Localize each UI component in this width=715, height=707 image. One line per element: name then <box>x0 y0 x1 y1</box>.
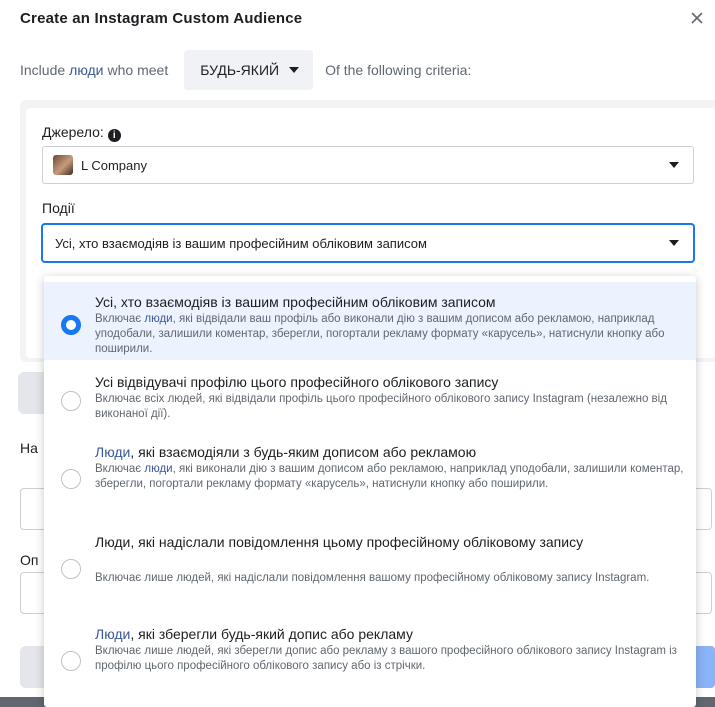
radio-unselected-icon[interactable] <box>61 469 81 489</box>
chevron-down-icon <box>289 67 300 73</box>
source-value: L Company <box>81 157 147 173</box>
people-link[interactable]: люди <box>144 313 172 325</box>
option-description: Включає люди, які відвідали ваш профіль … <box>95 313 665 355</box>
option-title: Люди, які надіслали повідомлення цьому п… <box>95 534 584 550</box>
events-option[interactable]: Усі відвідувачі профілю цього професійно… <box>44 366 696 430</box>
people-link[interactable]: люди <box>69 62 103 78</box>
events-value: Усі, хто взаємодіяв із вашим професійним… <box>55 235 427 251</box>
radio-unselected-icon[interactable] <box>61 391 81 411</box>
option-title: Усі, хто взаємодіяв із вашим професійним… <box>95 294 496 310</box>
events-select[interactable]: Усі, хто взаємодіяв із вашим професійним… <box>42 224 694 262</box>
source-select[interactable]: L Company <box>42 146 694 184</box>
background-label-na: На <box>20 440 38 456</box>
people-link[interactable]: Люди <box>95 626 130 642</box>
chevron-down-icon <box>669 162 679 168</box>
option-title: Люди, які взаємодіяли з будь-яким дописо… <box>95 444 477 460</box>
info-icon[interactable]: i <box>107 129 121 142</box>
include-criteria-row: Include люди who meet БУДЬ-ЯКИЙ Of the f… <box>20 48 471 92</box>
events-option[interactable]: Усі, хто взаємодіяв із вашим професійним… <box>44 282 696 360</box>
dialog-title: Create an Instagram Custom Audience <box>20 10 303 27</box>
people-link[interactable]: Люди <box>95 444 130 460</box>
events-option[interactable]: Люди, які взаємодіяли з будь-яким дописо… <box>44 436 696 522</box>
avatar <box>53 155 73 175</box>
events-option[interactable]: Люди, які зберегли будь-який допис або р… <box>44 618 696 706</box>
include-prefix: Include <box>20 62 66 78</box>
people-link[interactable]: люди <box>144 463 172 475</box>
any-criteria-label: БУДЬ-ЯКИЙ <box>200 62 280 78</box>
chevron-down-icon <box>669 240 679 246</box>
include-middle: who meet <box>107 62 169 78</box>
radio-unselected-icon[interactable] <box>61 559 81 579</box>
radio-selected-icon[interactable] <box>61 315 81 335</box>
background-label-op: Оп <box>20 552 39 568</box>
events-option[interactable]: Люди, які надіслали повідомлення цьому п… <box>44 526 696 612</box>
option-description: Включає лише людей, які зберегли допис а… <box>95 645 677 672</box>
radio-unselected-icon[interactable] <box>61 651 81 671</box>
source-label: Джерело: <box>42 124 104 140</box>
close-icon[interactable] <box>687 8 707 28</box>
option-description: Включає люди, які виконали дію з вашим д… <box>95 463 684 490</box>
option-description: Включає лише людей, які надіслали повідо… <box>95 572 650 584</box>
events-dropdown-menu: Усі, хто взаємодіяв із вашим професійним… <box>44 276 696 707</box>
include-suffix: Of the following criteria: <box>325 62 472 78</box>
option-description: Включає всіх людей, які відвідали профіл… <box>95 393 667 420</box>
source-label-wrap: Джерело: i <box>42 124 121 142</box>
option-title: Люди, які зберегли будь-який допис або р… <box>95 626 413 642</box>
events-label: Події <box>42 200 75 216</box>
any-criteria-dropdown[interactable]: БУДЬ-ЯКИЙ <box>184 50 314 90</box>
option-title: Усі відвідувачі профілю цього професійно… <box>95 374 499 390</box>
